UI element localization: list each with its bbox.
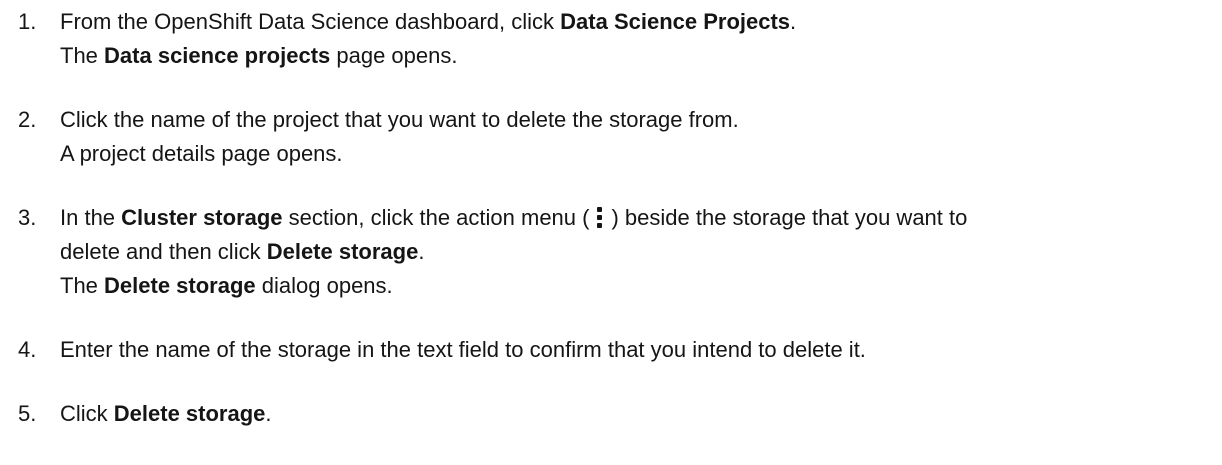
step-2-instruction: Click the name of the project that you w… <box>60 107 739 132</box>
step-3-result: The Delete storage dialog opens. <box>60 273 393 298</box>
step-number: 4. <box>18 337 37 362</box>
ui-term-data-science-projects: Data Science Projects <box>560 9 791 34</box>
step-4: 4. Enter the name of the storage in the … <box>0 333 1222 367</box>
ui-term-delete-storage: Delete storage <box>113 401 266 426</box>
step-5: 5. Click Delete storage. <box>0 397 1222 431</box>
kebab-vertical-icon <box>597 206 603 228</box>
step-3-instruction-line-1: In the Cluster storage section, click th… <box>60 205 968 230</box>
ui-term-data-science-projects-page: Data science projects <box>104 43 331 68</box>
step-number: 2. <box>18 107 37 132</box>
step-number: 5. <box>18 401 37 426</box>
step-3: 3. In the Cluster storage section, click… <box>0 201 1222 303</box>
step-1-result: The Data science projects page opens. <box>60 43 458 68</box>
step-1: 1. From the OpenShift Data Science dashb… <box>0 5 1222 73</box>
ui-term-delete-storage: Delete storage <box>266 239 419 264</box>
step-1-instruction: From the OpenShift Data Science dashboar… <box>60 9 797 34</box>
ui-term-cluster-storage: Cluster storage <box>121 205 283 230</box>
step-2: 2. Click the name of the project that yo… <box>0 103 1222 171</box>
step-2-result: A project details page opens. <box>60 141 343 166</box>
step-4-instruction: Enter the name of the storage in the tex… <box>60 337 866 362</box>
step-number: 3. <box>18 205 37 230</box>
step-3-instruction-line-2: delete and then click Delete storage. <box>60 239 425 264</box>
procedure-steps: 1. From the OpenShift Data Science dashb… <box>0 0 1222 431</box>
step-number: 1. <box>18 9 37 34</box>
ui-term-delete-storage-dialog: Delete storage <box>104 273 256 298</box>
step-5-instruction: Click Delete storage. <box>60 401 272 426</box>
